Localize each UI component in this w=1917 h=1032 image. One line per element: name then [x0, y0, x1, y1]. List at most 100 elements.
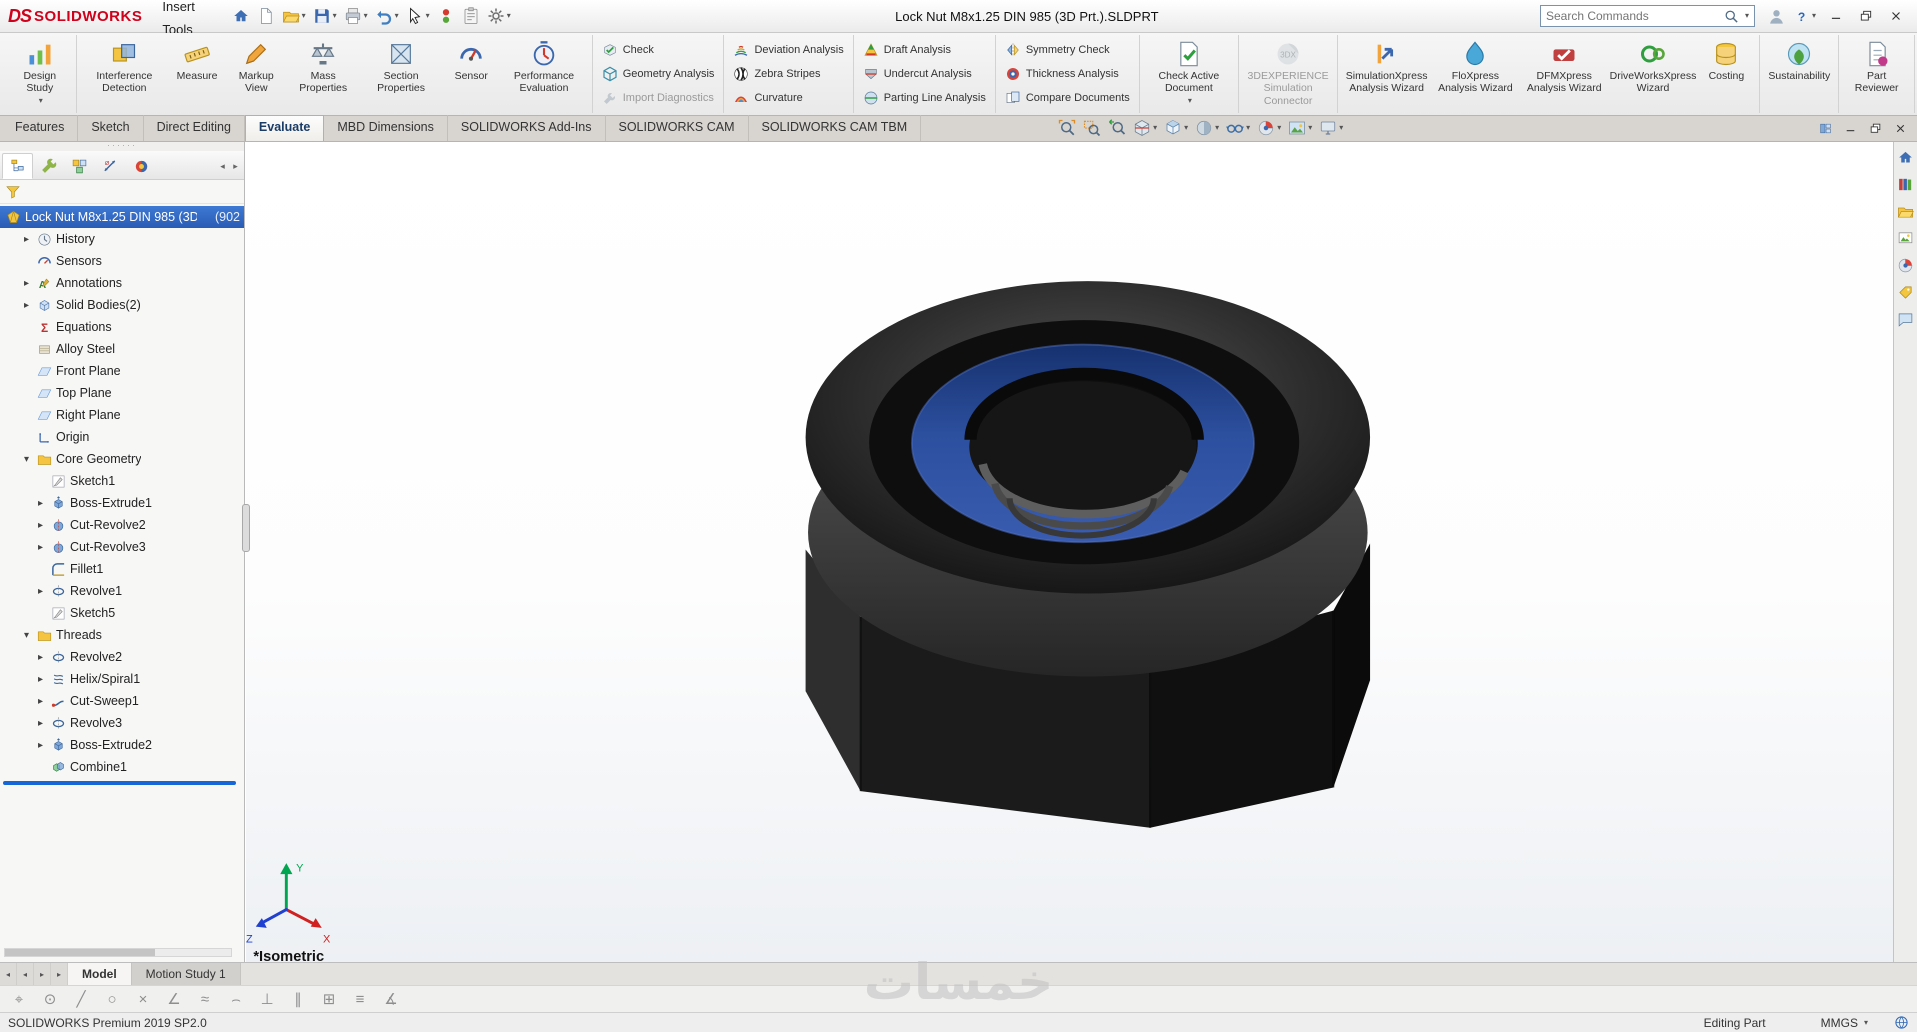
minimize-document-button[interactable]	[1839, 118, 1861, 138]
custom-properties-button[interactable]	[1896, 282, 1916, 302]
check-button[interactable]: Check	[597, 40, 720, 60]
snap-circle-button[interactable]: ○	[101, 988, 123, 1010]
measure-button[interactable]: Measure	[168, 36, 226, 112]
expand-toggle-icon[interactable]: ▾	[20, 630, 33, 641]
floxpress-analysis-wizard-button[interactable]: FloXpress Analysis Wizard	[1431, 36, 1520, 112]
close-document-button[interactable]	[1889, 118, 1911, 138]
undercut-analysis-button[interactable]: Undercut Analysis	[858, 64, 991, 84]
model-nav-next-button[interactable]: ▸	[34, 963, 51, 985]
tree-item-cut-sweep1[interactable]: ▸ Cut-Sweep1	[0, 690, 244, 712]
apply-scene-button[interactable]: ▾	[1286, 118, 1314, 138]
nut-model[interactable]	[805, 281, 1371, 828]
tab-solidworks-cam-tbm[interactable]: SOLIDWORKS CAM TBM	[749, 115, 922, 141]
tree-item-fillet1[interactable]: Fillet1	[0, 558, 244, 580]
edit-appearance-button[interactable]: ▾	[1255, 118, 1283, 138]
file-properties-button[interactable]	[459, 5, 483, 27]
snap-perpendicular-button[interactable]: ⊥	[256, 988, 278, 1010]
tree-item-helix-spiral1[interactable]: ▸ Helix/Spiral1	[0, 668, 244, 690]
expand-toggle-icon[interactable]: ▸	[34, 542, 47, 553]
tree-item-revolve3[interactable]: ▸ Revolve3	[0, 712, 244, 734]
performance-evaluation-button[interactable]: Performance Evaluation	[500, 36, 588, 112]
expand-toggle-icon[interactable]: ▸	[34, 586, 47, 597]
restore-document-button[interactable]	[1864, 118, 1886, 138]
expand-toggle-icon[interactable]: ▸	[34, 498, 47, 509]
check-active-document-button[interactable]: Check Active Document ▾	[1144, 36, 1234, 112]
snap-points-button[interactable]: ⌖	[8, 988, 30, 1010]
expand-toggle-icon[interactable]: ▸	[34, 718, 47, 729]
import-diagnostics-button[interactable]: Import Diagnostics	[597, 88, 720, 108]
tree-item-annotations[interactable]: ▸ A Annotations	[0, 272, 244, 294]
driveworksxpress-wizard-button[interactable]: DriveWorksXpress Wizard	[1609, 36, 1698, 112]
snap-measure-button[interactable]: ∡	[380, 988, 402, 1010]
save-document-button[interactable]: ▾	[310, 5, 340, 27]
expand-toggle-icon[interactable]: ▾	[20, 454, 33, 465]
rebuild-button[interactable]	[434, 5, 458, 27]
options-button[interactable]: ▾	[484, 5, 514, 27]
close-window-button[interactable]	[1881, 3, 1911, 29]
print-document-button[interactable]: ▾	[341, 5, 371, 27]
model-canvas[interactable]: Y X Z *Isometric	[246, 142, 1893, 962]
3dexperience-simulation-connector-button[interactable]: 3DX 3DEXPERIENCE Simulation Connector	[1243, 36, 1333, 112]
geometry-analysis-button[interactable]: Geometry Analysis	[597, 64, 720, 84]
tree-item-origin[interactable]: Origin	[0, 426, 244, 448]
tree-item-sketch5[interactable]: Sketch5	[0, 602, 244, 624]
snap-arc-button[interactable]: ⌢	[225, 988, 247, 1010]
tree-item-top-plane[interactable]: Top Plane	[0, 382, 244, 404]
zebra-stripes-button[interactable]: Zebra Stripes	[728, 64, 848, 84]
tree-item-sensors[interactable]: Sensors	[0, 250, 244, 272]
restore-window-button[interactable]	[1851, 3, 1881, 29]
section-properties-button[interactable]: Section Properties	[360, 36, 442, 112]
fm-tabs-scroll-left[interactable]: ◂	[216, 153, 229, 179]
dfmxpress-analysis-wizard-button[interactable]: DFMXpress Analysis Wizard	[1520, 36, 1609, 112]
expand-toggle-icon[interactable]: ▸	[34, 652, 47, 663]
expand-toggle-icon[interactable]: ▸	[20, 300, 33, 311]
panel-splitter-handle[interactable]	[242, 504, 250, 552]
view-settings-button[interactable]: ▾	[1317, 118, 1345, 138]
tree-item-front-plane[interactable]: Front Plane	[0, 360, 244, 382]
snap-spline-button[interactable]: ≈	[194, 988, 216, 1010]
menu-insert[interactable]: Insert	[154, 0, 216, 18]
open-document-button[interactable]: ▾	[279, 5, 309, 27]
tree-item-revolve2[interactable]: ▸ Revolve2	[0, 646, 244, 668]
tree-item-cut-revolve3[interactable]: ▸ Cut-Revolve3	[0, 536, 244, 558]
thickness-analysis-button[interactable]: Thickness Analysis	[1000, 64, 1135, 84]
solidworks-resources-button[interactable]	[1896, 147, 1916, 167]
tree-item-right-plane[interactable]: Right Plane	[0, 404, 244, 426]
tree-item-history[interactable]: ▸ History	[0, 228, 244, 250]
web-help-globe-icon[interactable]	[1894, 1015, 1909, 1030]
simulationxpress-analysis-wizard-button[interactable]: SimulationXpress Analysis Wizard	[1342, 36, 1431, 112]
search-caret-icon[interactable]: ▾	[1745, 12, 1749, 20]
markup-view-button[interactable]: Markup View	[226, 36, 286, 112]
snap-parallel-button[interactable]: ∥	[287, 988, 309, 1010]
costing-button[interactable]: Costing	[1697, 36, 1755, 112]
view-palette-button[interactable]	[1896, 228, 1916, 248]
parting-line-analysis-button[interactable]: Parting Line Analysis	[858, 88, 991, 108]
deviation-analysis-button[interactable]: Deviation Analysis	[728, 40, 848, 60]
curvature-button[interactable]: Curvature	[728, 88, 848, 108]
zoom-to-area-button[interactable]	[1081, 118, 1103, 138]
snap-grid-button[interactable]: ⊞	[318, 988, 340, 1010]
search-icon[interactable]	[1724, 9, 1739, 24]
rollback-bar[interactable]	[3, 781, 236, 785]
login-button[interactable]	[1765, 6, 1788, 27]
sustainability-button[interactable]: Sustainability	[1764, 36, 1834, 112]
tree-item-boss-extrude2[interactable]: ▸ Boss-Extrude2	[0, 734, 244, 756]
sensor-button[interactable]: Sensor	[442, 36, 500, 112]
model-nav-prev-button[interactable]: ◂	[17, 963, 34, 985]
tab-motion-study-1[interactable]: Motion Study 1	[131, 963, 241, 985]
tree-item-core-geometry[interactable]: ▾ Core Geometry	[0, 448, 244, 470]
tree-item-boss-extrude1[interactable]: ▸ Boss-Extrude1	[0, 492, 244, 514]
section-view-button[interactable]: ▾	[1131, 118, 1159, 138]
tab-direct-editing[interactable]: Direct Editing	[144, 115, 245, 141]
tab-model[interactable]: Model	[68, 963, 132, 985]
scrollbar-thumb[interactable]	[5, 949, 155, 956]
minimize-window-button[interactable]	[1821, 3, 1851, 29]
tree-item-alloy-steel[interactable]: Alloy Steel	[0, 338, 244, 360]
expand-toggle-icon[interactable]: ▸	[20, 278, 33, 289]
graphics-viewport[interactable]: Y X Z *Isometric	[246, 142, 1893, 962]
tree-item-sketch1[interactable]: Sketch1	[0, 470, 244, 492]
help-button[interactable]: ? ▾	[1790, 6, 1819, 27]
configurationmanager-tab[interactable]	[64, 153, 95, 179]
viewport-layout-button[interactable]	[1814, 118, 1836, 138]
tab-sketch[interactable]: Sketch	[78, 115, 144, 141]
